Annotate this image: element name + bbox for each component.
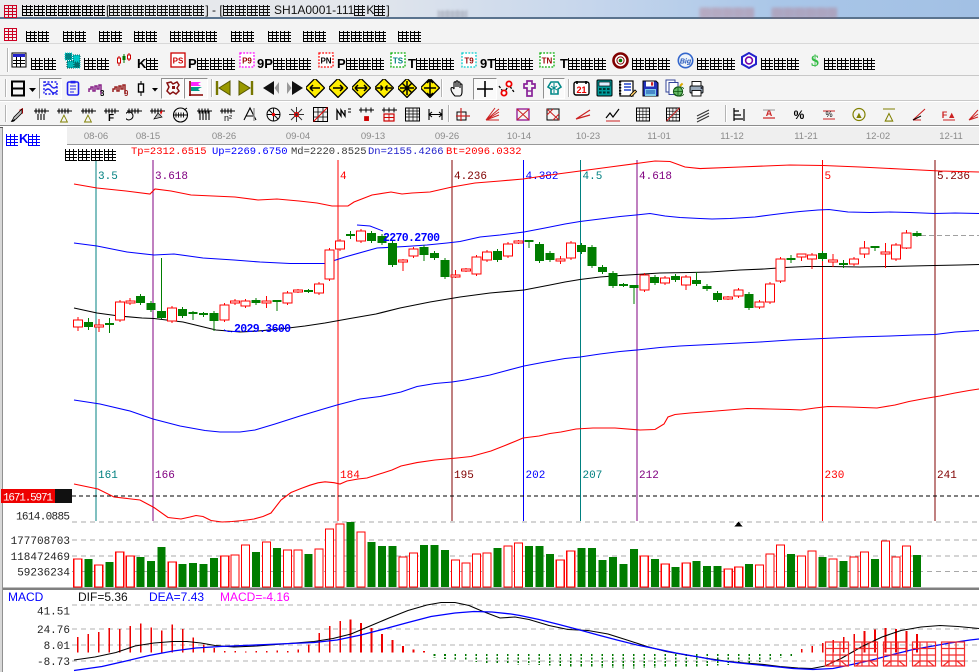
svg-text:F▲: F▲ bbox=[942, 110, 956, 120]
svg-text:207: 207 bbox=[583, 470, 603, 482]
svg-text:△: △ bbox=[884, 111, 894, 123]
svg-text:11-01: 11-01 bbox=[647, 131, 671, 142]
svg-text:P9: P9 bbox=[242, 57, 252, 66]
svg-text:DEA=7.43: DEA=7.43 bbox=[149, 590, 204, 604]
svg-text:▲: ▲ bbox=[855, 110, 864, 120]
svg-text:1671.5971: 1671.5971 bbox=[3, 493, 53, 505]
svg-text:Big: Big bbox=[680, 59, 692, 66]
svg-text:△: △ bbox=[83, 113, 92, 123]
svg-text:-8.73: -8.73 bbox=[37, 657, 70, 669]
svg-text:241: 241 bbox=[937, 470, 957, 482]
svg-text:PN: PN bbox=[320, 57, 331, 66]
svg-text:10-23: 10-23 bbox=[576, 131, 600, 142]
svg-text:202: 202 bbox=[526, 470, 546, 482]
svg-text:F: F bbox=[108, 113, 114, 123]
svg-text:09-04: 09-04 bbox=[286, 131, 310, 142]
svg-text:3: 3 bbox=[100, 89, 104, 97]
svg-text:5: 5 bbox=[825, 171, 832, 183]
svg-text:59236234: 59236234 bbox=[17, 568, 70, 580]
svg-text:5.236: 5.236 bbox=[937, 171, 970, 183]
svg-text:09-26: 09-26 bbox=[435, 131, 459, 142]
svg-text:T9: T9 bbox=[464, 57, 474, 66]
svg-text:08-15: 08-15 bbox=[136, 131, 160, 142]
svg-text:4: 4 bbox=[340, 171, 347, 183]
svg-text:11-21: 11-21 bbox=[794, 131, 818, 142]
svg-text:230: 230 bbox=[825, 470, 845, 482]
svg-text:3.5: 3.5 bbox=[98, 171, 118, 183]
svg-text:n²: n² bbox=[224, 113, 232, 123]
svg-text:PS: PS bbox=[173, 57, 184, 66]
svg-text:DIF=5.36: DIF=5.36 bbox=[78, 590, 128, 604]
svg-text:118472469: 118472469 bbox=[11, 552, 70, 564]
svg-text:4.5: 4.5 bbox=[583, 171, 603, 183]
svg-text:212: 212 bbox=[639, 470, 659, 482]
svg-text:4.382: 4.382 bbox=[526, 171, 559, 183]
svg-text:12-11: 12-11 bbox=[939, 131, 963, 142]
svg-text:11-12: 11-12 bbox=[720, 131, 744, 142]
svg-text:$: $ bbox=[811, 53, 819, 70]
svg-text:2270.2700: 2270.2700 bbox=[383, 232, 440, 245]
svg-text:10-14: 10-14 bbox=[507, 131, 531, 142]
svg-text:12-02: 12-02 bbox=[866, 131, 890, 142]
svg-text:△: △ bbox=[59, 113, 68, 123]
svg-text:4.618: 4.618 bbox=[639, 171, 672, 183]
svg-text:21: 21 bbox=[576, 85, 586, 95]
svg-text:MACD: MACD bbox=[8, 590, 44, 604]
svg-text:195: 195 bbox=[454, 470, 474, 482]
svg-text:■: ■ bbox=[363, 114, 369, 124]
svg-text:%: % bbox=[825, 110, 832, 119]
svg-text:4.236: 4.236 bbox=[454, 171, 487, 183]
svg-text:2029.3600: 2029.3600 bbox=[234, 323, 291, 336]
svg-text:3.618: 3.618 bbox=[155, 171, 188, 183]
svg-text:08-26: 08-26 bbox=[212, 131, 236, 142]
svg-text:8.01: 8.01 bbox=[44, 641, 71, 653]
svg-text:166: 166 bbox=[155, 470, 175, 482]
svg-text:9: 9 bbox=[124, 89, 128, 97]
svg-text:41.51: 41.51 bbox=[37, 607, 70, 619]
svg-text:161: 161 bbox=[98, 470, 118, 482]
svg-text:1614.0885: 1614.0885 bbox=[16, 512, 70, 524]
svg-text:%: % bbox=[794, 108, 805, 122]
svg-text:09-13: 09-13 bbox=[361, 131, 385, 142]
svg-text:08-06: 08-06 bbox=[84, 131, 108, 142]
svg-text:177708703: 177708703 bbox=[11, 536, 70, 548]
svg-text:24.76: 24.76 bbox=[37, 625, 70, 637]
svg-text:MACD=-4.16: MACD=-4.16 bbox=[220, 590, 290, 604]
svg-text:TS: TS bbox=[393, 57, 404, 66]
svg-text:TN: TN bbox=[542, 57, 553, 66]
